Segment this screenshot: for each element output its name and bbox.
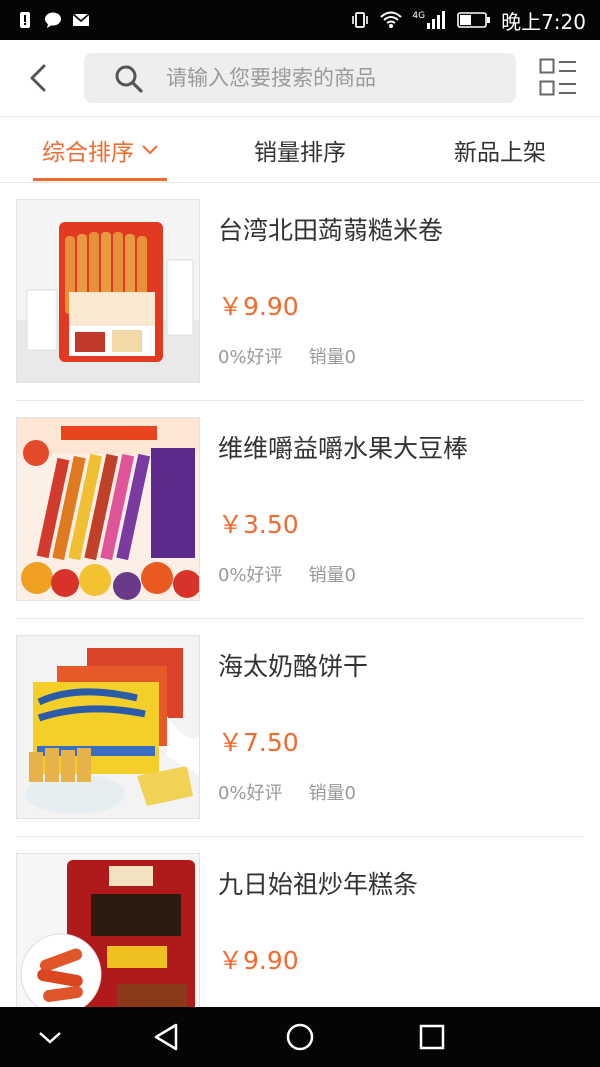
signal-icon: 4G [412,11,447,29]
product-price: ￥7.50 [218,728,299,757]
mail-icon [72,13,90,26]
product-image [16,635,200,819]
product-meta: 0%好评 销量0 [218,561,356,587]
nav-down-icon[interactable] [32,1019,68,1055]
system-nav-bar [0,1007,600,1067]
chevron-down-icon [142,145,158,155]
product-item[interactable]: 台湾北田蒟蒻糙米卷 ￥9.90 0%好评 销量0 [16,183,584,401]
search-icon [115,65,143,93]
clock: 晚上7:20 [501,9,586,34]
nav-recent-icon[interactable] [414,1019,450,1055]
alert-icon [20,12,30,28]
product-rating: 0%好评 [218,783,283,804]
notification-icons [0,11,90,29]
search-input[interactable] [166,53,496,103]
product-item[interactable]: 维维嚼益嚼水果大豆棒 ￥3.50 0%好评 销量0 [16,401,584,619]
product-rating: 0%好评 [218,347,283,368]
sort-bar: 综合排序 销量排序 新品上架 [0,116,600,183]
product-price: ￥3.50 [218,510,299,539]
status-bar: 4G 晚上7:20 [0,0,600,40]
vibrate-icon [352,12,369,28]
product-sales: 销量0 [308,347,357,368]
product-image [16,199,200,383]
nav-back-icon[interactable] [148,1019,184,1055]
battery-icon [457,12,491,28]
product-image [16,417,200,601]
wifi-icon [380,11,403,28]
message-icon [45,12,61,28]
product-item[interactable]: 海太奶酪饼干 ￥7.50 0%好评 销量0 [16,619,584,837]
tab-comprehensive-sort[interactable]: 综合排序 [33,117,167,183]
status-indicators: 4G 晚上7:20 [350,0,586,40]
product-meta: 0%好评 销量0 [218,779,356,805]
nav-home-icon[interactable] [282,1019,318,1055]
tab-new-arrivals[interactable]: 新品上架 [440,117,560,183]
product-name: 维维嚼益嚼水果大豆棒 [218,434,469,463]
product-name: 台湾北田蒟蒻糙米卷 [218,216,444,245]
tab-sales-sort[interactable]: 销量排序 [238,117,362,183]
product-rating: 0%好评 [218,565,283,586]
tab-label: 销量排序 [254,140,346,166]
product-meta: 0%好评 销量0 [218,343,356,369]
layout-toggle-icon[interactable] [539,58,577,96]
tab-label: 综合排序 [42,140,134,166]
product-name: 海太奶酪饼干 [218,652,369,681]
product-sales: 销量0 [308,783,357,804]
back-arrow-icon[interactable] [26,62,50,94]
product-price: ￥9.90 [218,292,299,321]
active-tab-indicator [33,178,167,181]
product-price: ￥9.90 [218,946,299,975]
product-sales: 销量0 [308,565,357,586]
tab-label: 新品上架 [454,140,546,166]
search-bar[interactable] [84,53,516,103]
network-type: 4G [412,11,426,21]
product-name: 九日始祖炒年糕条 [218,870,419,899]
top-bar [0,40,600,116]
